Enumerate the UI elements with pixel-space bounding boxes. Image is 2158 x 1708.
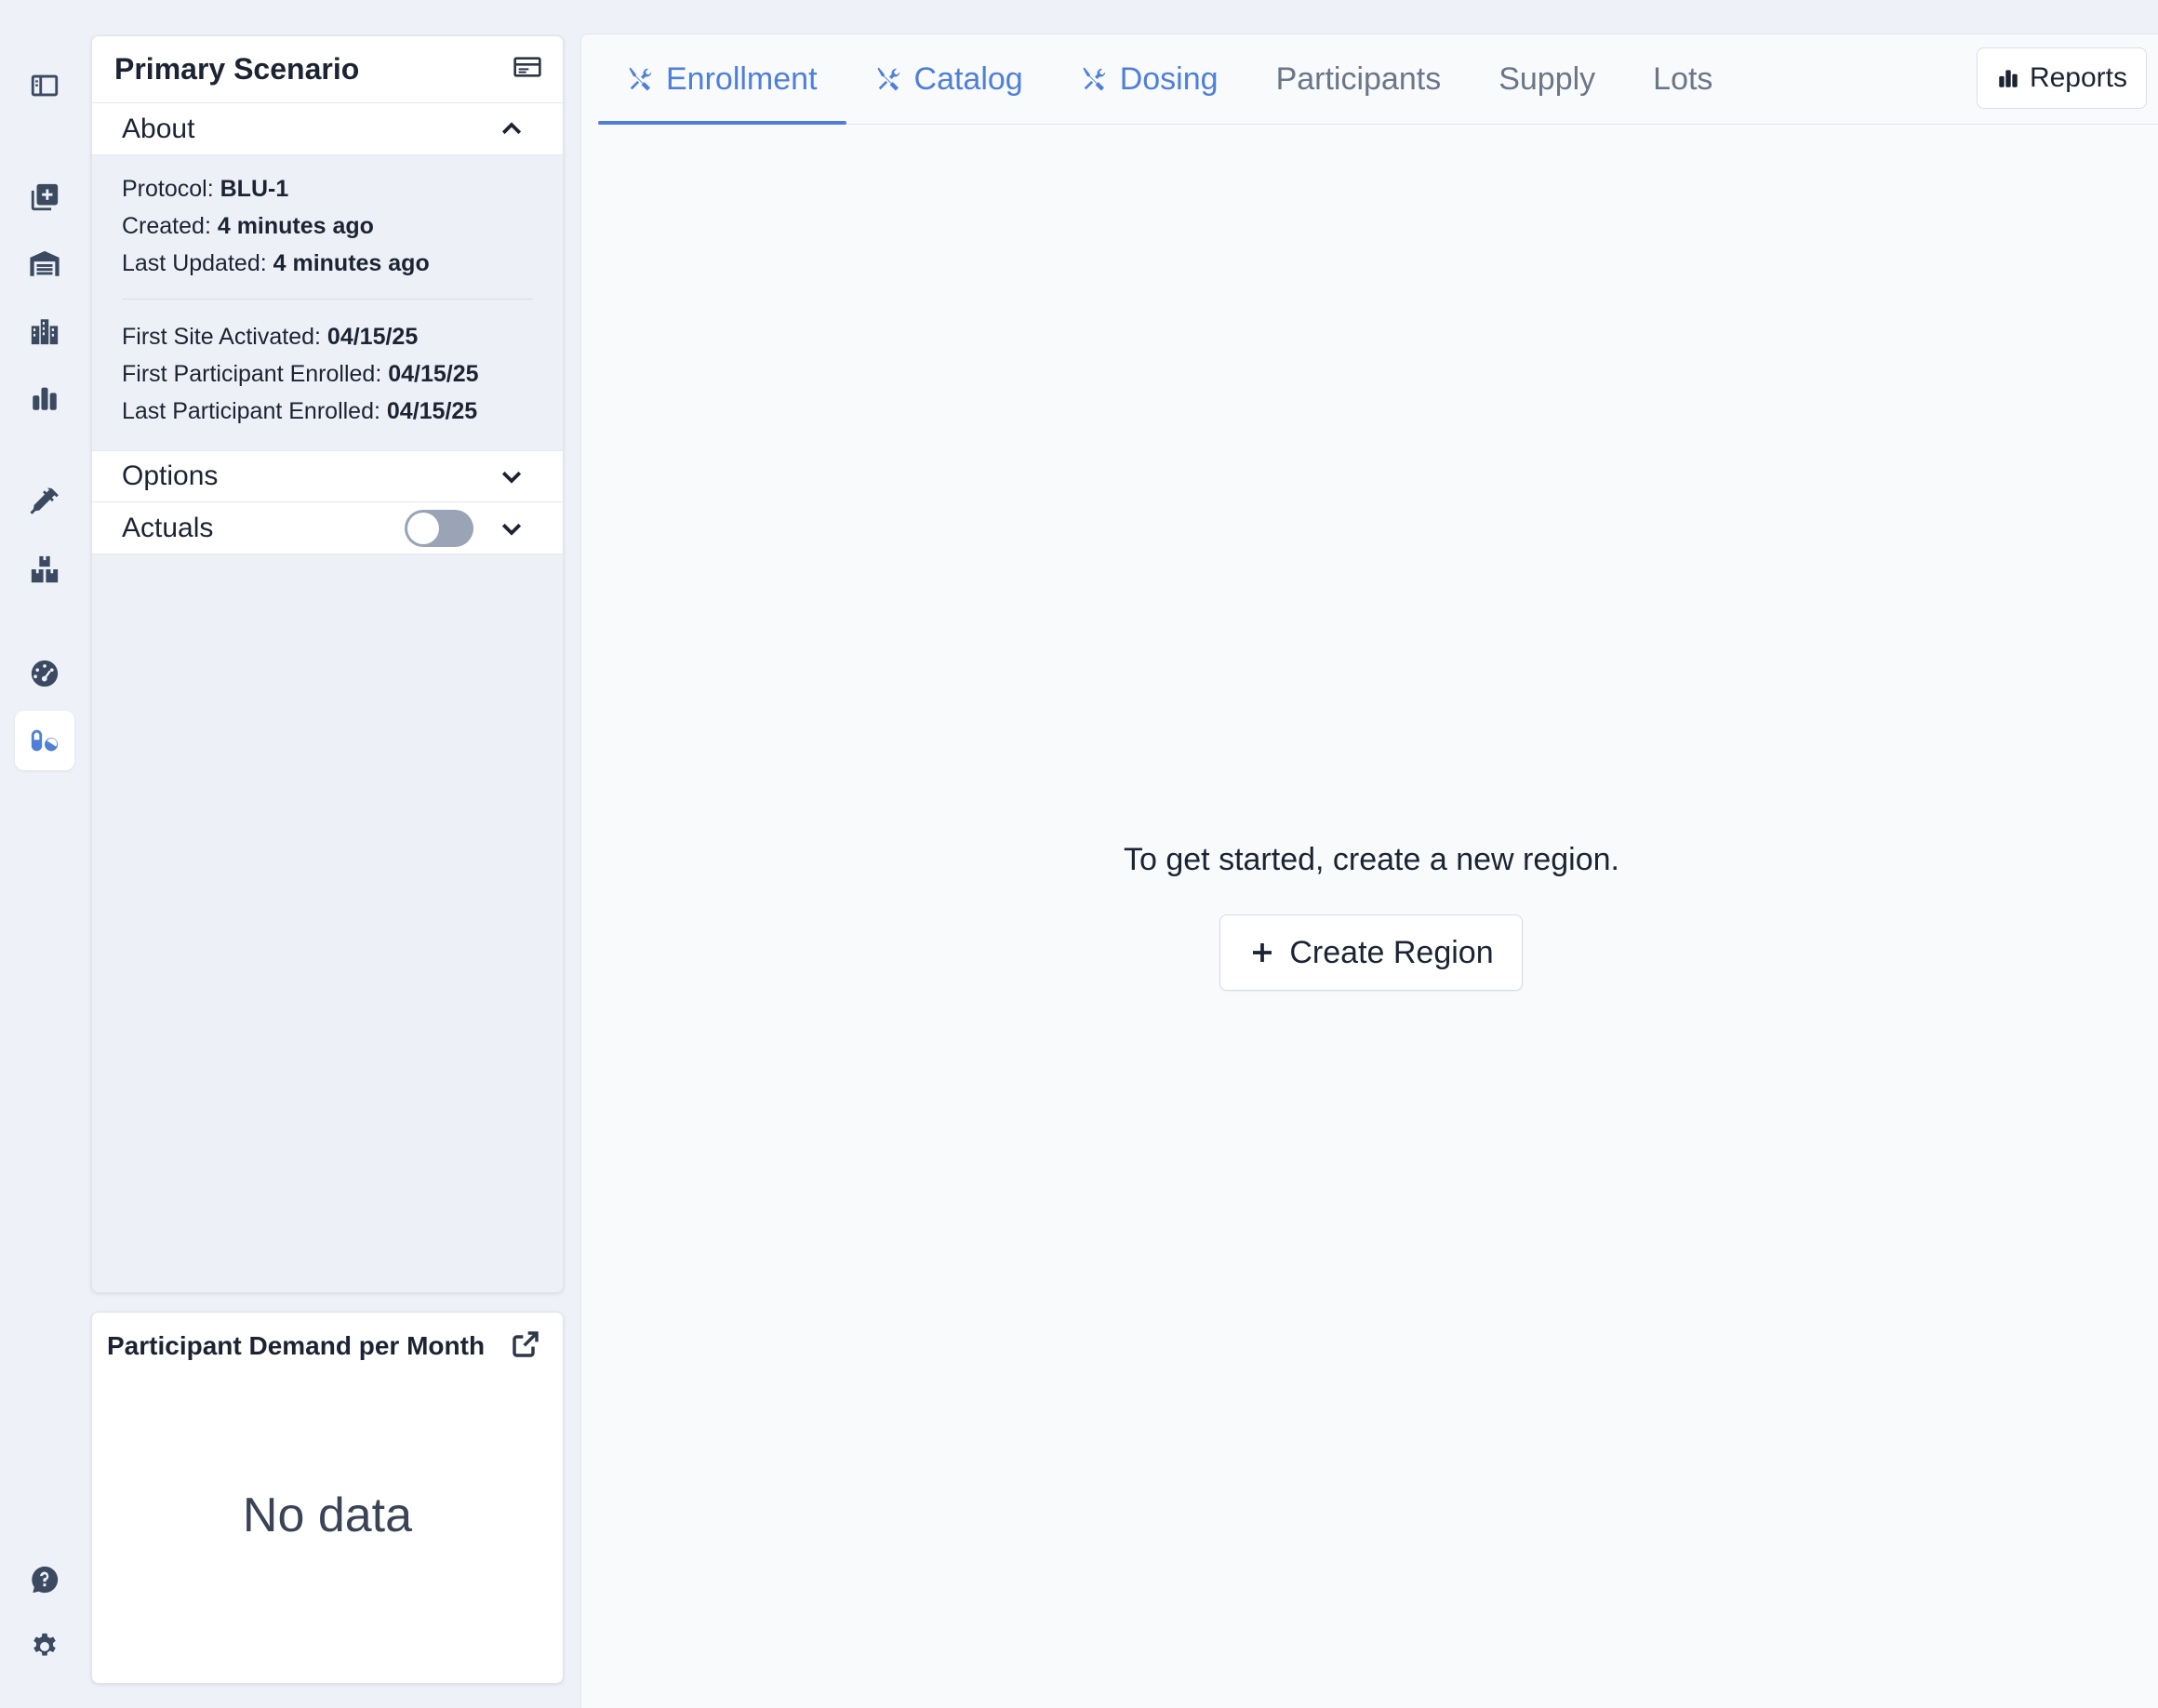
reports-label: Reports [2029, 62, 2127, 93]
create-region-button[interactable]: Create Region [1219, 914, 1523, 991]
updated-label: Last Updated: [122, 250, 267, 276]
tab-catalog[interactable]: Catalog [846, 34, 1052, 124]
tab-label: Catalog [913, 60, 1023, 97]
about-section-header[interactable]: About [92, 103, 563, 155]
scenario-title: Primary Scenario [114, 52, 360, 86]
options-section-header[interactable]: Options [92, 450, 563, 502]
about-details: Protocol: BLU-1 Created: 4 minutes ago L… [92, 155, 563, 450]
divider [122, 299, 533, 300]
first-site-label: First Site Activated: [122, 324, 321, 350]
last-enrolled-row: Last Participant Enrolled: 04/15/25 [122, 393, 533, 430]
details-card-icon[interactable] [513, 52, 542, 87]
tab-label: Participants [1275, 60, 1442, 97]
tab-bar: Enrollment Catalog Dosing Participants S… [598, 34, 2158, 125]
sidebar-toggle-icon[interactable] [15, 56, 74, 115]
main-content: Enrollment Catalog Dosing Participants S… [580, 33, 2158, 1708]
scenario-panel: Primary Scenario About Protocol: BLU-1 C… [91, 35, 564, 1293]
first-enrolled-row: First Participant Enrolled: 04/15/25 [122, 355, 533, 393]
first-site-value: 04/15/25 [326, 324, 419, 350]
scenario-header: Primary Scenario [92, 36, 563, 103]
first-enrolled-value: 04/15/25 [388, 361, 479, 387]
help-icon[interactable] [15, 1550, 74, 1609]
plus-icon [1253, 943, 1272, 962]
created-value: 4 minutes ago [217, 213, 374, 239]
dashboard-gauge-icon[interactable] [15, 644, 74, 703]
options-label: Options [122, 460, 219, 491]
tools-icon [629, 67, 652, 91]
tools-icon [1083, 67, 1105, 91]
tab-dosing[interactable]: Dosing [1052, 34, 1247, 124]
empty-state-message: To get started, create a new region. [1124, 842, 1619, 877]
syringe-icon[interactable] [15, 473, 74, 532]
bar-chart-icon [1999, 70, 2018, 87]
chevron-up-icon [501, 121, 522, 134]
toggle-knob [407, 512, 439, 544]
last-enrolled-value: 04/15/25 [386, 398, 478, 424]
tab-label: Enrollment [666, 60, 818, 97]
participant-demand-card: Participant Demand per Month No data [91, 1312, 564, 1684]
updated-row: Last Updated: 4 minutes ago [122, 245, 533, 282]
sites-icon[interactable] [15, 301, 74, 361]
created-row: Created: 4 minutes ago [122, 207, 533, 245]
settings-gear-icon[interactable] [15, 1617, 74, 1676]
boxes-icon[interactable] [15, 540, 74, 599]
no-data-text: No data [242, 1488, 413, 1542]
first-enrolled-label: First Participant Enrolled: [122, 361, 382, 387]
updated-value: 4 minutes ago [273, 250, 430, 276]
add-scenario-icon[interactable] [15, 167, 74, 227]
pills-icon[interactable] [15, 711, 74, 770]
tab-label: Supply [1499, 60, 1596, 97]
tools-icon [877, 67, 899, 91]
tab-lots[interactable]: Lots [1624, 34, 1741, 124]
chevron-down-icon[interactable] [498, 514, 526, 542]
about-label: About [122, 113, 195, 144]
chevron-down-icon [501, 471, 522, 484]
tab-participants[interactable]: Participants [1247, 34, 1471, 124]
tab-label: Dosing [1119, 60, 1219, 97]
protocol-row: Protocol: BLU-1 [122, 170, 533, 207]
created-label: Created: [122, 213, 211, 239]
external-link-icon[interactable] [511, 1329, 540, 1364]
actuals-label: Actuals [122, 512, 214, 543]
demand-title: Participant Demand per Month [107, 1331, 486, 1360]
actuals-toggle[interactable] [405, 509, 473, 547]
reports-button[interactable]: Reports [1976, 47, 2147, 109]
protocol-value: BLU-1 [220, 176, 289, 202]
bar-chart-icon[interactable] [15, 368, 74, 428]
demand-header: Participant Demand per Month [92, 1313, 563, 1365]
actuals-controls [405, 509, 526, 547]
icon-rail [0, 0, 89, 1699]
protocol-label: Protocol: [122, 176, 214, 202]
first-site-row: First Site Activated: 04/15/25 [122, 318, 533, 355]
actuals-section-header[interactable]: Actuals [92, 502, 563, 554]
tab-supply[interactable]: Supply [1470, 34, 1624, 124]
create-region-label: Create Region [1289, 934, 1494, 970]
tab-enrollment[interactable]: Enrollment [598, 34, 846, 125]
warehouse-icon[interactable] [15, 234, 74, 294]
last-enrolled-label: Last Participant Enrolled: [122, 398, 380, 424]
tab-label: Lots [1653, 60, 1713, 97]
